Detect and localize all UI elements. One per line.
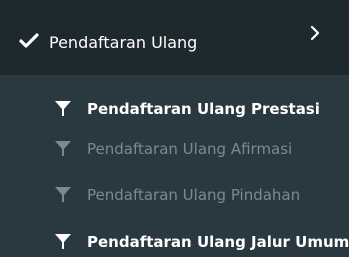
submenu-list: Pendaftaran Ulang Prestasi Pendaftaran U… [0,75,349,257]
check-icon [19,33,39,48]
sidebar-menu: Pendaftaran Ulang Pendaftaran Ulang Pres… [0,0,349,257]
submenu-item-label: Pendaftaran Ulang Jalur Umum [87,233,349,251]
filter-icon [54,186,72,204]
filter-icon [54,233,72,251]
submenu-item-prestasi[interactable]: Pendaftaran Ulang Prestasi [0,88,349,128]
submenu-item-label: Pendaftaran Ulang Pindahan [87,186,301,204]
menu-title: Pendaftaran Ulang [49,33,198,52]
filter-icon [54,100,72,118]
filter-icon [54,140,72,158]
submenu-item-pindahan[interactable]: Pendaftaran Ulang Pindahan [0,174,349,214]
chevron-right-icon[interactable] [309,25,321,41]
submenu-item-afirmasi[interactable]: Pendaftaran Ulang Afirmasi [0,128,349,168]
submenu-item-label: Pendaftaran Ulang Afirmasi [87,140,293,158]
submenu-item-label: Pendaftaran Ulang Prestasi [87,100,320,118]
menu-header-pendaftaran-ulang[interactable]: Pendaftaran Ulang [0,0,349,75]
submenu-item-jalur-umum[interactable]: Pendaftaran Ulang Jalur Umum [0,221,349,257]
